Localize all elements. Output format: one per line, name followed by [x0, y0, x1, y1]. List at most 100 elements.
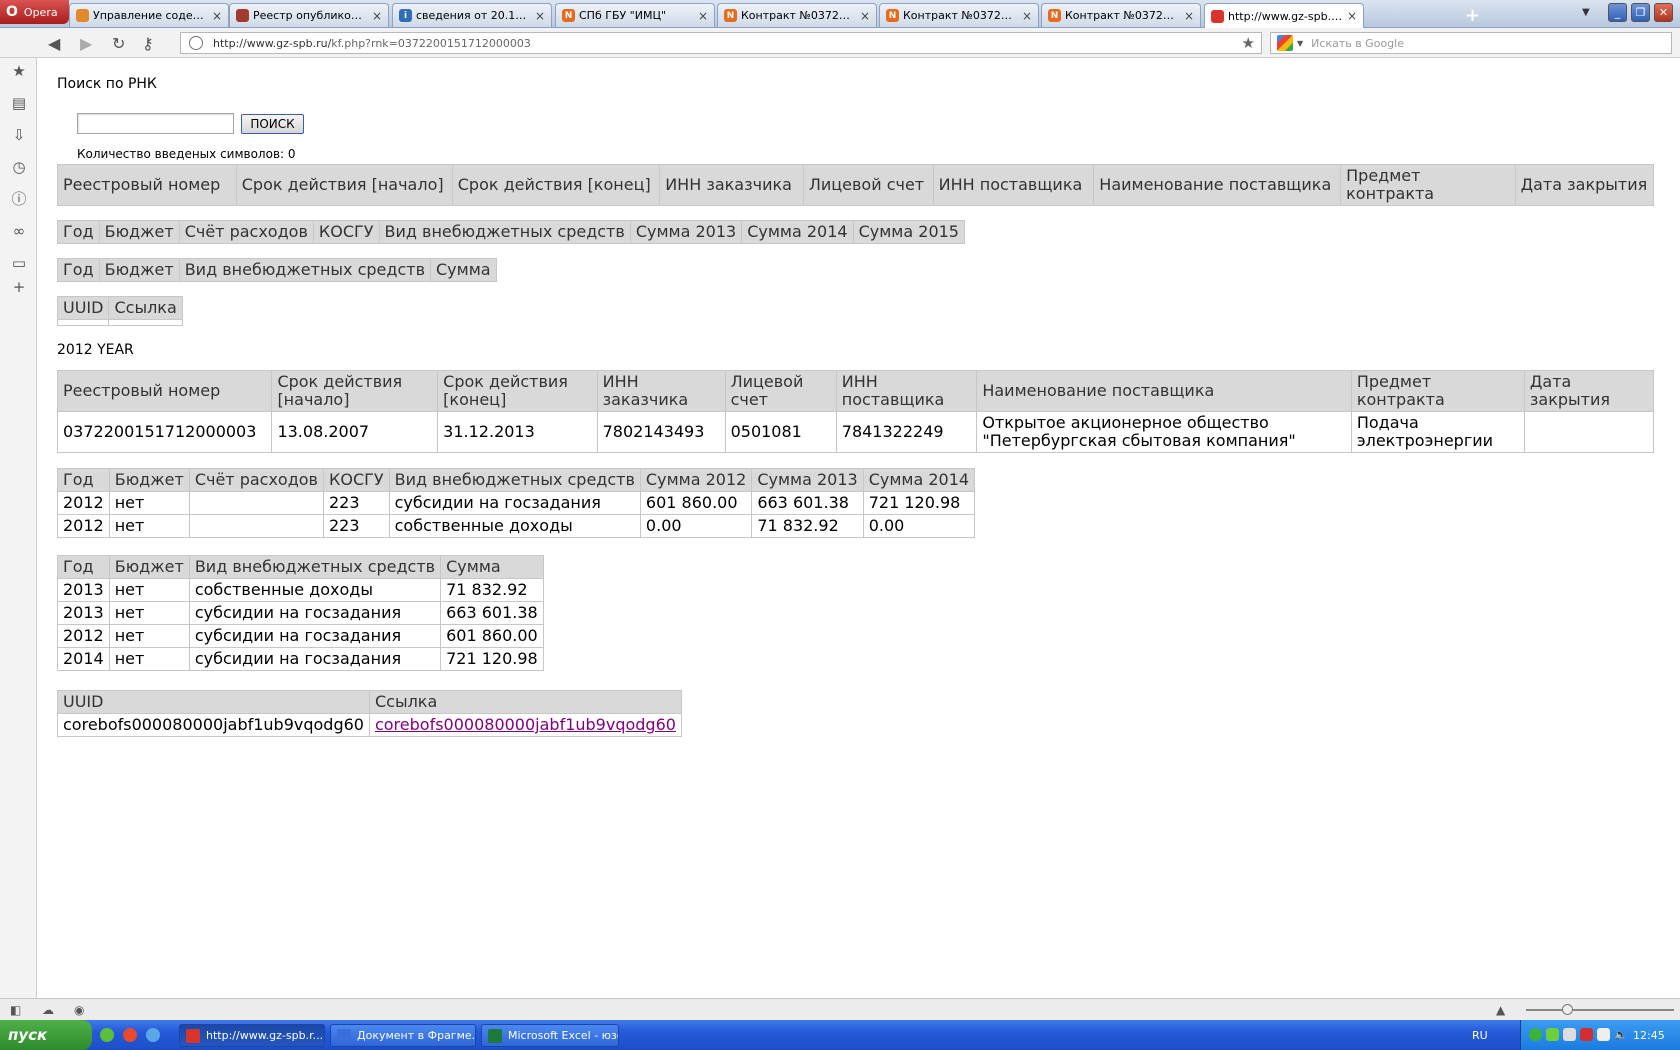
key-icon[interactable]: ⚷: [142, 34, 154, 53]
add-panel-icon[interactable]: +: [11, 279, 27, 295]
address-bar[interactable]: http://www.gz-spb.ru/ kf.php?rnk=0372200…: [180, 32, 1262, 54]
uuid-cell: corebofs000080000jabf1ub9vqodg60: [57, 713, 370, 737]
tray-network-icon[interactable]: [1529, 1028, 1542, 1041]
table-cell: Подача электроэнергии: [1350, 411, 1525, 453]
tab-close-icon[interactable]: ×: [535, 9, 545, 23]
speed-icon[interactable]: ◉: [74, 1003, 84, 1017]
site-info-icon[interactable]: [189, 36, 203, 50]
browser-tab[interactable]: N Контракт №037220015... ×: [1041, 3, 1201, 27]
info-icon[interactable]: ⓘ: [11, 191, 27, 207]
column-header: Срок действия [конец]: [437, 370, 598, 412]
browser-tab[interactable]: i сведения от 20.12.201... ×: [392, 3, 552, 27]
table-cell: 31.12.2013: [437, 411, 598, 453]
task-app-icon: [186, 1028, 200, 1043]
forward-icon[interactable]: ▶: [80, 34, 92, 53]
browser-tab[interactable]: N СПб ГБУ "ИМЦ" ×: [555, 3, 715, 27]
funds-table: Год Бюджет Вид внебюджетных средств Сумма 20…: [57, 555, 544, 671]
table-cell: 601 860.00: [639, 491, 753, 515]
tab-close-icon[interactable]: ×: [698, 9, 708, 23]
column-header: Счёт расходов: [178, 220, 314, 244]
table-row: 2013 нет субсидии на госзадания 663 601.38: [57, 601, 544, 625]
taskbar-task[interactable]: Документ в Фрагме...: [330, 1024, 476, 1047]
char-count-text: Количество введеных символов: 0: [77, 147, 296, 161]
restore-window-button[interactable]: ❐: [1631, 3, 1650, 22]
tray-tool-icon[interactable]: [1563, 1028, 1576, 1041]
column-header: UUID: [56, 296, 110, 320]
bookmarks-icon[interactable]: ★: [11, 63, 27, 79]
uuid-link[interactable]: corebofs000080000jabf1ub9vqodg60: [375, 715, 676, 734]
link-cell: corebofs000080000jabf1ub9vqodg60: [368, 713, 682, 737]
table-cell: 13.08.2007: [271, 411, 439, 453]
table-cell: 2014: [57, 647, 110, 671]
column-header: Предмет контракта: [1350, 370, 1525, 412]
tab-title: Управление содержим...: [93, 9, 208, 22]
address-path: kf.php?rnk=0372200151712000003: [331, 36, 531, 50]
downloads-icon[interactable]: ⇩: [11, 127, 27, 143]
history-icon[interactable]: ◷: [11, 159, 27, 175]
task-title: Microsoft Excel - юзе...: [508, 1029, 618, 1042]
table-cell: 7802143493: [596, 411, 726, 453]
rnk-search-input[interactable]: [77, 113, 234, 134]
panel-toggle-icon[interactable]: ◧: [10, 1003, 21, 1017]
column-header: Сумма 2013: [629, 220, 743, 244]
tray-app-icon[interactable]: [1546, 1028, 1559, 1041]
side-panel: ★ ▤ ⇩ ◷ ⓘ ∞ ▭ +: [0, 58, 37, 998]
tab-close-icon[interactable]: ×: [1022, 9, 1032, 23]
tray-safe-remove-icon[interactable]: [1597, 1028, 1610, 1041]
browser-tab[interactable]: Управление содержим... ×: [69, 3, 229, 27]
volume-icon[interactable]: 🔈: [1614, 1028, 1628, 1041]
contract-table: Реестровый номер Срок действия [начало] Ср…: [56, 370, 1655, 453]
tray-antivirus-icon[interactable]: [1580, 1028, 1593, 1041]
column-header: Сумма 2013: [751, 468, 864, 492]
windows-icon[interactable]: ▭: [11, 255, 27, 271]
search-title: Поиск по РНК: [57, 76, 157, 92]
browser-tab[interactable]: N Контракт №037220015... ×: [879, 3, 1039, 27]
table-cell: 601 860.00: [440, 624, 544, 648]
tab-close-icon[interactable]: ×: [1184, 9, 1194, 23]
browser-tab[interactable]: Реестр опубликованны... ×: [229, 3, 389, 27]
links-icon[interactable]: ∞: [11, 223, 27, 239]
tab-title: http://www.gz-spb.ru/kf...: [1228, 9, 1343, 23]
column-header: UUID: [57, 690, 370, 714]
search-button[interactable]: ПОИСК: [241, 114, 304, 134]
column-header: Дата закрытия: [1514, 164, 1655, 206]
search-engine-dropdown-icon[interactable]: ▼: [1297, 39, 1303, 48]
tab-close-icon[interactable]: ×: [372, 9, 382, 23]
search-placeholder: Искать в Google: [1311, 36, 1404, 50]
column-header: Вид внебюджетных средств: [178, 258, 432, 282]
reload-icon[interactable]: ↻: [112, 34, 125, 53]
table-cell: субсидии на госзадания: [388, 491, 641, 515]
empty-contract-table: Реестровый номер Срок действия [начало] Ср…: [57, 164, 1655, 206]
column-header: Сумма: [440, 555, 544, 579]
bookmark-star-icon[interactable]: ★: [1242, 34, 1255, 52]
tab-close-icon[interactable]: ×: [1347, 9, 1357, 23]
close-window-button[interactable]: ✕: [1654, 3, 1673, 22]
zoom-slider[interactable]: [1526, 1004, 1674, 1015]
tab-title: Реестр опубликованны...: [253, 9, 368, 22]
column-header: Реестровый номер: [57, 164, 237, 206]
taskbar-task[interactable]: http://www.gz-spb.r...: [179, 1024, 325, 1047]
minimize-window-button[interactable]: _: [1608, 3, 1627, 22]
view-icon[interactable]: ▲: [1496, 1003, 1505, 1017]
tab-list-dropdown-icon[interactable]: ▼: [1582, 7, 1590, 18]
browser-tab[interactable]: N Контракт №037220015... ×: [717, 3, 877, 27]
ie-icon[interactable]: [146, 1028, 160, 1042]
opera-unite-icon[interactable]: ☁: [42, 1003, 54, 1017]
chrome-icon[interactable]: [123, 1028, 137, 1042]
column-header: Ссылка: [108, 296, 183, 320]
taskbar-task[interactable]: Microsoft Excel - юзе...: [481, 1024, 619, 1047]
opera-menu-button[interactable]: O Opera: [0, 0, 69, 24]
zoom-slider-knob[interactable]: [1562, 1004, 1573, 1015]
language-indicator[interactable]: RU: [1472, 1029, 1488, 1042]
column-header: Год: [57, 258, 100, 282]
table-cell: Открытое акционерное общество "Петербург…: [976, 411, 1352, 453]
start-button[interactable]: пуск: [0, 1020, 92, 1050]
browser-tab[interactable]: http://www.gz-spb.ru/kf... ×: [1204, 3, 1364, 28]
back-icon[interactable]: ◀: [48, 34, 60, 53]
notes-icon[interactable]: ▤: [11, 95, 27, 111]
tab-close-icon[interactable]: ×: [212, 9, 222, 23]
new-tab-button[interactable]: +: [1465, 5, 1480, 26]
quicklaunch-app-icon[interactable]: [100, 1028, 114, 1042]
google-search-field[interactable]: ▼ Искать в Google: [1270, 32, 1672, 54]
tab-close-icon[interactable]: ×: [860, 9, 870, 23]
